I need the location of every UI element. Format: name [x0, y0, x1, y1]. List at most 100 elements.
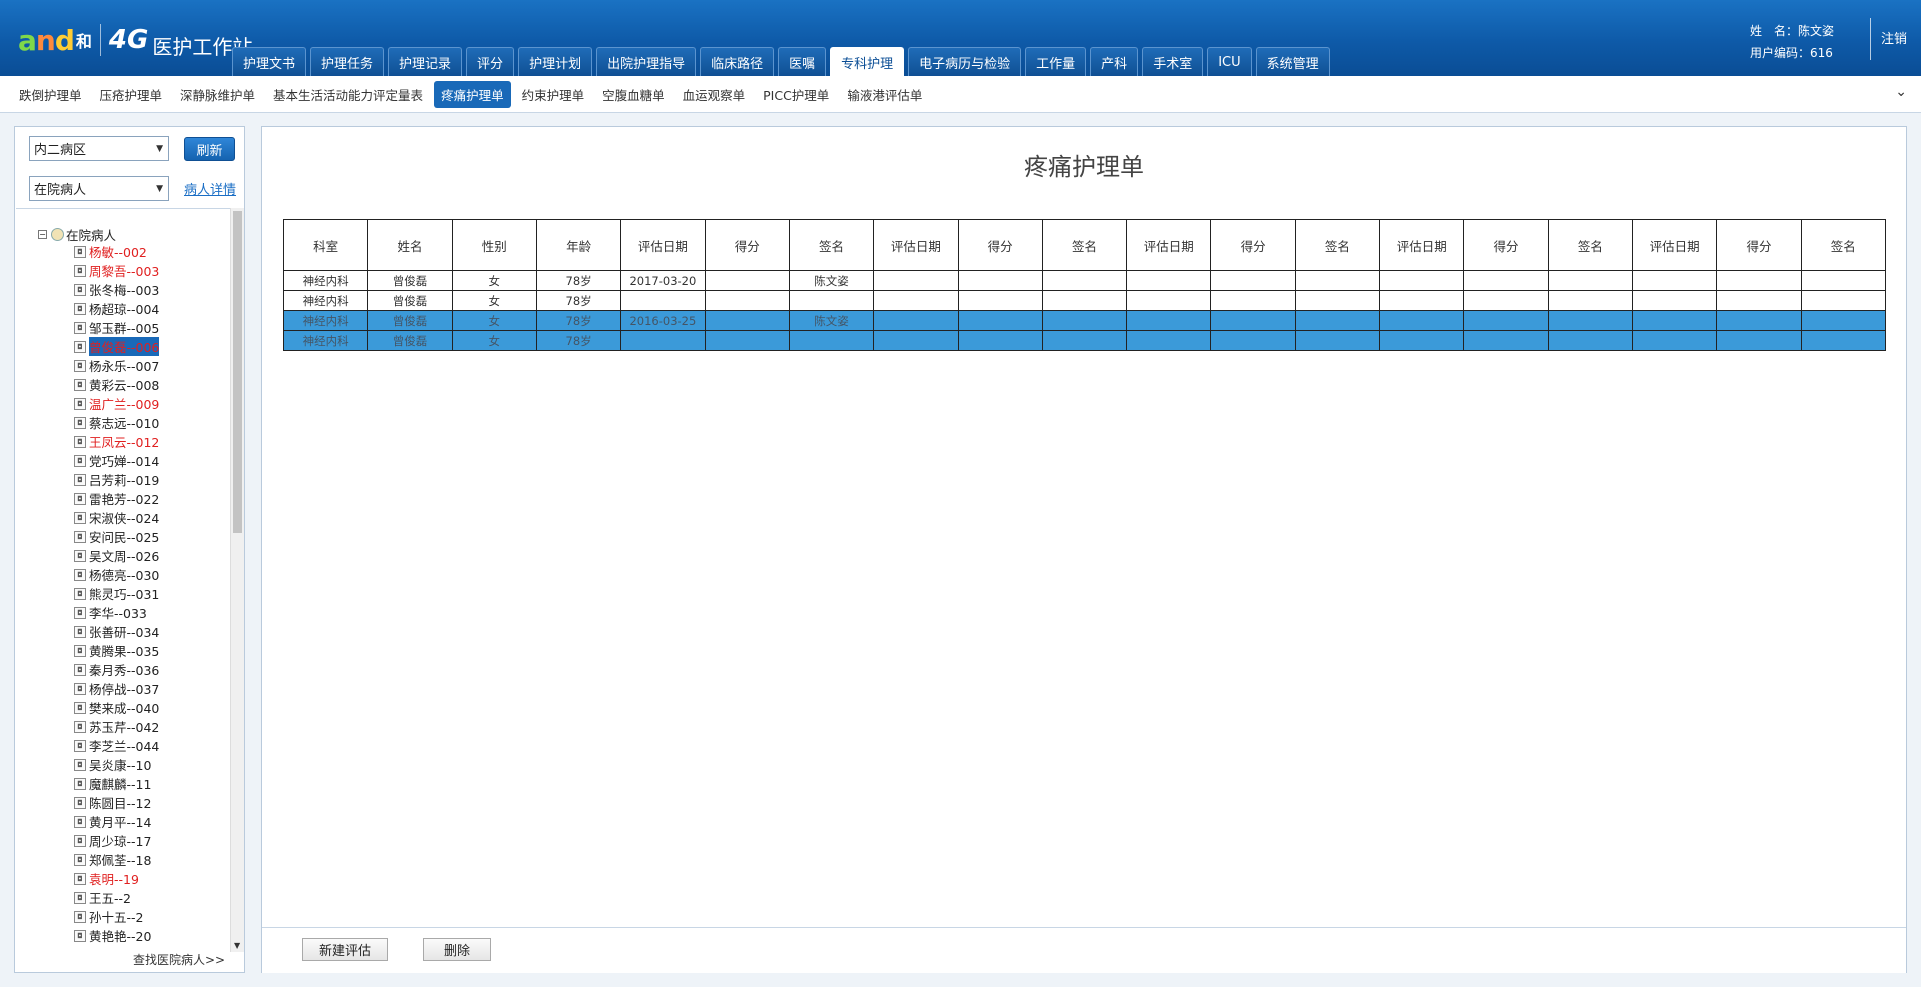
- subnav-item[interactable]: 约束护理单: [515, 81, 592, 108]
- subnav-item[interactable]: 血运观察单: [676, 81, 753, 108]
- subnav-item[interactable]: 疼痛护理单: [434, 80, 511, 108]
- patient-label: 党巧婵--014: [89, 454, 160, 469]
- logout-link[interactable]: 注销: [1881, 28, 1907, 47]
- nav-tab[interactable]: 系统管理: [1255, 47, 1330, 76]
- subnav-item[interactable]: 空腹血糖单: [595, 81, 672, 108]
- scroll-down-icon[interactable]: ▼: [234, 941, 240, 950]
- ward-select[interactable]: 内二病区 ▼: [29, 136, 169, 161]
- column-header: 签名: [788, 219, 875, 271]
- patient-tree-item[interactable]: ◘ 杨永乐--007: [74, 356, 159, 375]
- patient-tree-item[interactable]: ◘ 温广兰--009: [74, 394, 159, 413]
- patient-detail-link[interactable]: 病人详情: [184, 179, 236, 198]
- table-row[interactable]: 神经内科 曾俊磊女 78岁: [282, 290, 1887, 311]
- patient-tree-item[interactable]: ◘ 袁明--19: [74, 869, 159, 888]
- patient-tree-item[interactable]: ◘ 李华--033: [74, 603, 159, 622]
- patient-label: 张冬梅--003: [89, 283, 160, 298]
- column-header: 得分: [957, 219, 1043, 271]
- patient-tree-item[interactable]: ◘ 杨德亮--030: [74, 565, 159, 584]
- subnav-item[interactable]: PICC护理单: [756, 81, 836, 108]
- nav-tab[interactable]: 评分: [466, 47, 515, 76]
- nav-tab[interactable]: 临床路径: [700, 47, 775, 76]
- patient-tree-item[interactable]: ◘ 黄艳艳--20: [74, 926, 159, 943]
- patient-list-scrollbar[interactable]: ▼: [230, 208, 244, 952]
- nav-tab[interactable]: 产科: [1090, 47, 1139, 76]
- patient-tree-item[interactable]: ◘ 黄月平--14: [74, 812, 159, 831]
- dropdown-arrow-icon: ▼: [156, 144, 163, 154]
- patient-tree-item[interactable]: ◘ 吕芳莉--019: [74, 470, 159, 489]
- patient-tree-item[interactable]: ◘ 王五--2: [74, 888, 159, 907]
- patient-tree-item[interactable]: ◘ 党巧婵--014: [74, 451, 159, 470]
- patient-icon: ◘: [74, 929, 86, 942]
- chevron-down-icon[interactable]: ⌄: [1895, 84, 1907, 100]
- table-row[interactable]: 神经内科 曾俊磊女 78岁: [282, 330, 1887, 351]
- patient-label: 魔麒麟--11: [89, 777, 152, 792]
- nav-tab[interactable]: ICU: [1207, 47, 1252, 76]
- table-row[interactable]: 神经内科 曾俊磊女 78岁 2016-03-25 陈文姿: [282, 310, 1887, 331]
- patient-tree-item[interactable]: ◘ 张冬梅--003: [74, 280, 159, 299]
- nav-tab[interactable]: 电子病历与检验: [908, 47, 1022, 76]
- table-row[interactable]: 神经内科 曾俊磊女 78岁 2017-03-20 陈文姿: [282, 270, 1887, 291]
- patient-tree-item[interactable]: ◘ 杨停战--037: [74, 679, 159, 698]
- patient-tree-item[interactable]: ◘ 杨超琼--004: [74, 299, 159, 318]
- nav-tab[interactable]: 护理计划: [518, 47, 593, 76]
- patient-label: 张善研--034: [89, 625, 160, 640]
- find-patient-link[interactable]: 查找医院病人>>: [133, 951, 225, 968]
- patient-label: 黄腾果--035: [89, 644, 160, 659]
- nav-tab[interactable]: 护理文书: [232, 47, 307, 76]
- subnav-item[interactable]: 压疮护理单: [93, 81, 170, 108]
- patient-label: 邹玉群--005: [89, 321, 160, 336]
- table-cell: 2017-03-20: [620, 270, 706, 291]
- patient-filter-value: 在院病人: [34, 183, 87, 198]
- subnav-item[interactable]: 基本生活活动能力评定量表: [266, 81, 430, 108]
- table-cell: [1294, 290, 1381, 311]
- nav-tab[interactable]: 专科护理: [830, 47, 905, 76]
- patient-tree-item[interactable]: ◘ 吴文周--026: [74, 546, 159, 565]
- patient-label: 雷艳芳--022: [89, 492, 160, 507]
- patient-label: 杨德亮--030: [89, 568, 160, 583]
- subnav-item[interactable]: 输液港评估单: [840, 81, 929, 108]
- patient-tree-item[interactable]: ◘ 周少琼--17: [74, 831, 159, 850]
- nav-tab[interactable]: 护理任务: [310, 47, 385, 76]
- delete-button[interactable]: 删除: [423, 938, 491, 961]
- patient-tree-item[interactable]: ◘ 黄腾果--035: [74, 641, 159, 660]
- patient-tree-item[interactable]: ◘ 孙十五--2: [74, 907, 159, 926]
- nav-tab[interactable]: 出院护理指导: [596, 47, 697, 76]
- nav-tab[interactable]: 手术室: [1142, 47, 1204, 76]
- column-header: 评估日期: [1631, 219, 1718, 271]
- patient-filter-select[interactable]: 在院病人 ▼: [29, 176, 169, 201]
- patient-tree-item[interactable]: ◘ 杨敏--002: [74, 242, 159, 261]
- subnav-item[interactable]: 跌倒护理单: [12, 81, 89, 108]
- patient-tree-item[interactable]: ◘ 魔麒麟--11: [74, 774, 159, 793]
- table-cell: [1294, 310, 1381, 331]
- nav-tab[interactable]: 工作量: [1025, 47, 1087, 76]
- patient-tree-item[interactable]: ◘ 安问民--025: [74, 527, 159, 546]
- patient-tree-item[interactable]: ◘ 蔡志远--010: [74, 413, 159, 432]
- patient-tree-item[interactable]: ◘ 陈圆目--12: [74, 793, 159, 812]
- new-assessment-button[interactable]: 新建评估: [302, 938, 388, 961]
- table-cell: [1126, 290, 1212, 311]
- patient-tree-item[interactable]: ◘ 曾俊磊--006: [74, 337, 160, 356]
- collapse-icon[interactable]: −: [38, 230, 47, 239]
- patient-tree-item[interactable]: ◘ 张善研--034: [74, 622, 159, 641]
- patient-tree-item[interactable]: ◘ 宋淑侠--024: [74, 508, 159, 527]
- patient-tree-item[interactable]: ◘ 熊灵巧--031: [74, 584, 159, 603]
- patient-tree-item[interactable]: ◘ 苏玉芹--042: [74, 717, 159, 736]
- nav-tab[interactable]: 护理记录: [388, 47, 463, 76]
- patient-label: 蔡志远--010: [89, 416, 160, 431]
- patient-tree-item[interactable]: ◘ 邹玉群--005: [74, 318, 159, 337]
- patient-tree-item[interactable]: ◘ 王凤云--012: [74, 432, 159, 451]
- nav-tab[interactable]: 医嘱: [778, 47, 827, 76]
- patient-tree-item[interactable]: ◘ 李芝兰--044: [74, 736, 159, 755]
- patient-tree-item[interactable]: ◘ 吴炎康--10: [74, 755, 159, 774]
- refresh-button[interactable]: 刷新: [184, 137, 235, 161]
- patient-tree-item[interactable]: ◘ 秦月秀--036: [74, 660, 159, 679]
- patient-tree-item[interactable]: ◘ 雷艳芳--022: [74, 489, 159, 508]
- logo-divider: [99, 24, 101, 56]
- patient-tree-item[interactable]: ◘ 周黎吾--003: [74, 261, 159, 280]
- scroll-thumb[interactable]: [233, 211, 242, 533]
- patient-tree-item[interactable]: ◘ 郑佩荃--18: [74, 850, 159, 869]
- patient-tree-item[interactable]: ◘ 樊来成--040: [74, 698, 159, 717]
- patient-tree-item[interactable]: ◘ 黄彩云--008: [74, 375, 159, 394]
- table-cell: [704, 290, 790, 311]
- subnav-item[interactable]: 深静脉维护单: [173, 81, 262, 108]
